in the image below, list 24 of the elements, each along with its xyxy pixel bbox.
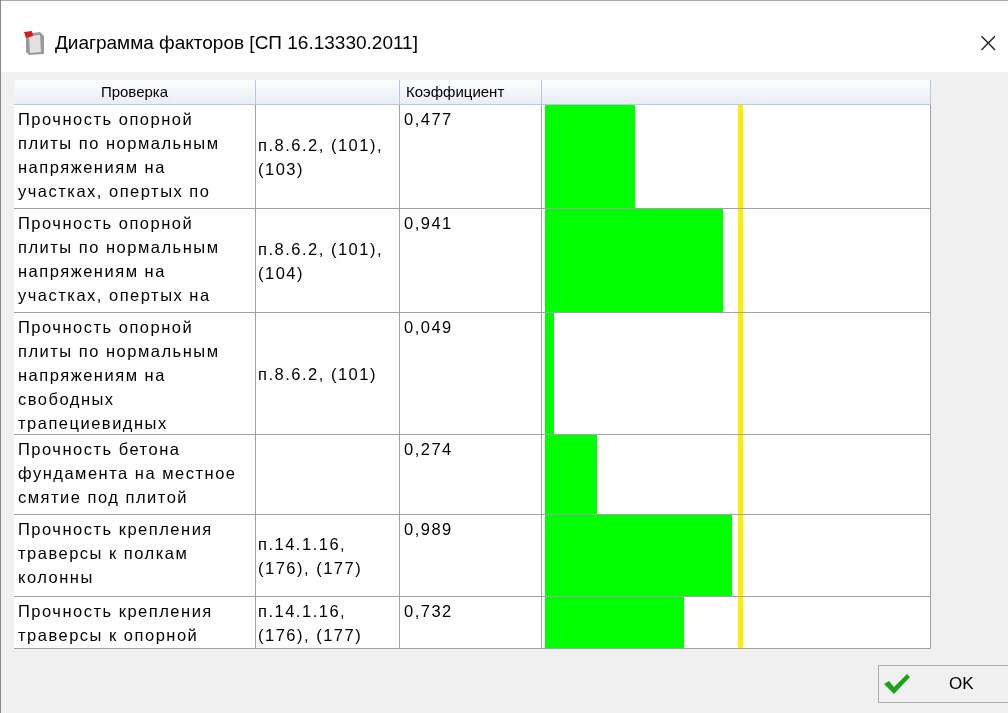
table-cell-text: п.8.6.2, (101), (104) — [258, 238, 384, 284]
table-cell: 0,989 — [400, 515, 542, 596]
table-cell: 0,732 — [400, 597, 542, 648]
window-title: Диаграмма факторов [СП 16.13330.2011] — [55, 31, 419, 54]
table-cell: 0,941 — [400, 209, 542, 312]
ok-button[interactable]: OK — [878, 665, 1008, 703]
table-cell: 0,049 — [400, 313, 542, 434]
table-cell-text: п.14.1.16, (176), (177) — [258, 600, 364, 646]
app-icon — [23, 29, 47, 56]
table-cell: 0,477 — [400, 105, 542, 208]
close-button[interactable]: × — [976, 26, 1008, 59]
column-header[interactable]: Проверка — [14, 80, 256, 104]
table-cell: Прочность бетона фундамента на местное смятие под плитой — [14, 435, 256, 514]
table-cell: Прочность опорной плиты по нормальным напряжениям на участках, опертых на — [14, 209, 256, 312]
table-cell: Прочность крепления траверсы к полкам колонны — [14, 515, 256, 596]
table-cell: Прочность крепления траверсы к опорной — [14, 597, 256, 648]
table-cell: 0,274 — [400, 435, 542, 514]
table-cell-text: п.8.6.2, (101) — [258, 363, 377, 385]
table-cell: Прочность опорной плиты по нормальным напряжениям на свободных трапециевидных — [14, 313, 256, 434]
checkmark-icon — [883, 673, 911, 695]
table-cell: Прочность опорной плиты по нормальным напряжениям на участках, опертых по — [14, 105, 256, 208]
column-header[interactable]: Коэффициент — [400, 80, 542, 104]
table-cell-text: п.8.6.2, (101), (103) — [258, 134, 384, 180]
table-cell-text: п.14.1.16, (176), (177) — [258, 533, 364, 579]
